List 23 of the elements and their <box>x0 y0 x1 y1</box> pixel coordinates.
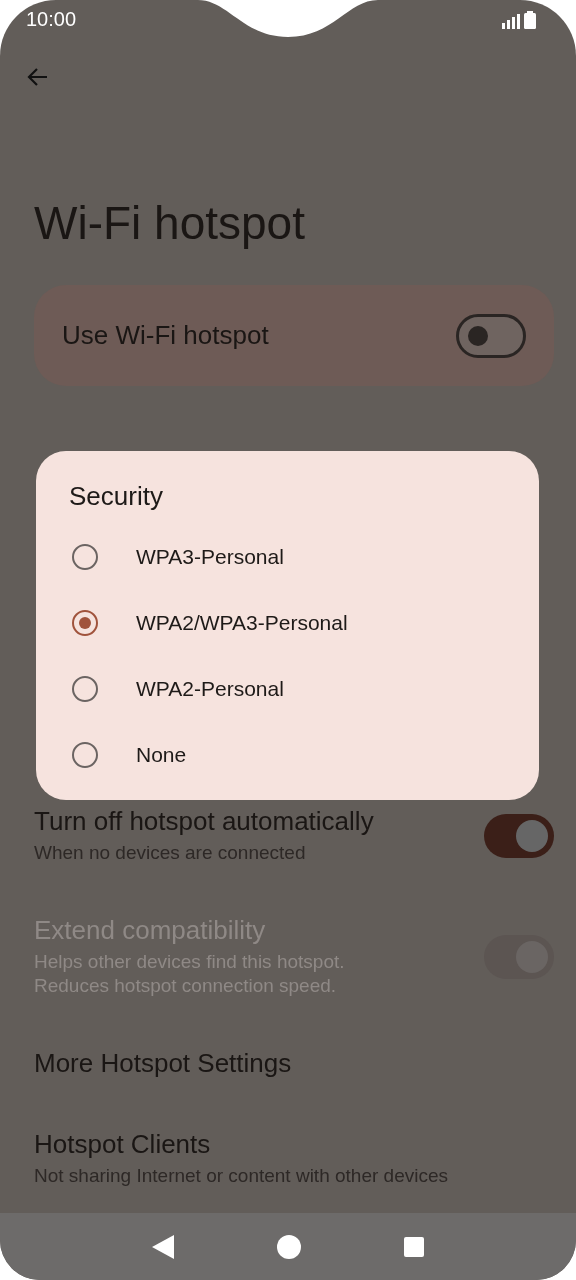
status-time: 10:00 <box>26 8 77 32</box>
toggle-label: Use Wi-Fi hotspot <box>62 320 269 352</box>
radio-button[interactable] <box>72 610 98 636</box>
radio-button[interactable] <box>72 742 98 768</box>
home-icon[interactable] <box>277 1234 301 1259</box>
setting-title[interactable]: Turn off hotspot automatically <box>34 806 374 838</box>
radio-button[interactable] <box>72 544 98 570</box>
radio-option[interactable]: WPA3-Personal <box>36 524 539 590</box>
hotspot-toggle-card[interactable]: Use Wi-Fi hotspot <box>34 285 554 387</box>
toggle-switch[interactable] <box>456 313 526 358</box>
radio-button[interactable] <box>72 676 98 702</box>
recents-icon[interactable] <box>404 1236 425 1257</box>
back-icon[interactable] <box>151 1234 174 1259</box>
setting-title[interactable]: More Hotspot Settings <box>34 1048 292 1080</box>
page-title: Wi-Fi hotspot <box>34 197 306 250</box>
signal-icon <box>502 12 520 29</box>
radio-option[interactable]: WPA2/WPA3-Personal <box>36 590 539 656</box>
dialog-title: Security <box>69 481 164 512</box>
toggle-switch[interactable] <box>484 814 554 858</box>
battery-icon <box>524 10 536 29</box>
radio-option[interactable]: None <box>36 722 539 788</box>
setting-title[interactable]: Hotspot Clients <box>34 1129 448 1161</box>
radio-option[interactable]: WPA2-Personal <box>36 656 539 722</box>
